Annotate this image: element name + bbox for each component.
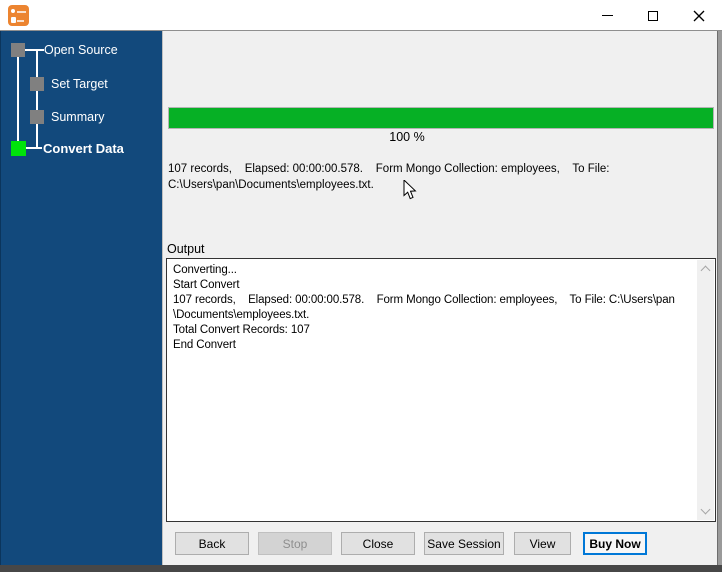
output-log: Converting... Start Convert 107 records,… [173, 263, 681, 353]
close-icon [693, 10, 705, 21]
step-marker-open-source [11, 43, 25, 57]
output-section-label: Output [167, 242, 205, 256]
save-session-button[interactable]: Save Session [424, 532, 504, 555]
window-right-border [717, 31, 722, 565]
app-icon-doc [11, 17, 16, 23]
output-log-line: Converting... [173, 264, 237, 276]
app-icon-line [17, 11, 26, 13]
tree-connector-line [17, 57, 19, 142]
stop-button: Stop [258, 532, 332, 555]
tree-connector-line [26, 147, 42, 149]
convert-wizard-window: Open Source Set Target Summary Convert D… [0, 0, 722, 572]
maximize-icon [648, 10, 658, 21]
minimize-button[interactable] [584, 0, 630, 31]
tree-connector-line [25, 49, 44, 51]
view-button[interactable]: View [514, 532, 571, 555]
mouse-cursor [403, 180, 417, 200]
vertical-scrollbar[interactable] [697, 260, 714, 520]
tree-connector-line [36, 49, 38, 148]
convert-status-text: 107 records, Elapsed: 00:00:00.578. Form… [168, 163, 610, 191]
step-marker-convert-data [11, 141, 26, 156]
close-window-button[interactable] [676, 0, 722, 31]
app-icon-dot [11, 9, 15, 13]
output-log-line: 107 records, Elapsed: 00:00:00.578. Form… [173, 294, 675, 321]
close-button[interactable]: Close [341, 532, 415, 555]
output-log-line: Start Convert [173, 279, 240, 291]
output-log-line: End Convert [173, 339, 236, 351]
output-log-line: Total Convert Records: 107 [173, 324, 310, 336]
progress-fill [169, 108, 713, 128]
wizard-steps-sidebar: Open Source Set Target Summary Convert D… [0, 31, 162, 565]
sidebar-step-summary: Summary [51, 110, 105, 124]
buy-now-button[interactable]: Buy Now [583, 532, 647, 555]
step-marker-set-target [30, 77, 44, 91]
titlebar[interactable] [0, 0, 722, 31]
sidebar-step-open-source: Open Source [44, 43, 118, 57]
scroll-up-icon[interactable] [700, 265, 711, 276]
convert-progress-bar [168, 107, 714, 129]
output-textarea[interactable]: Converting... Start Convert 107 records,… [166, 258, 716, 522]
minimize-icon [601, 14, 613, 17]
window-bottom-border [0, 565, 722, 572]
app-icon-line [17, 20, 24, 22]
sidebar-step-convert-data: Convert Data [43, 141, 124, 156]
step-marker-summary [30, 110, 44, 124]
app-icon [8, 5, 29, 26]
back-button[interactable]: Back [175, 532, 249, 555]
progress-percent-label: 100 % [389, 130, 425, 144]
scroll-down-icon[interactable] [700, 504, 711, 515]
sidebar-step-set-target: Set Target [51, 77, 108, 91]
maximize-button[interactable] [630, 0, 676, 31]
